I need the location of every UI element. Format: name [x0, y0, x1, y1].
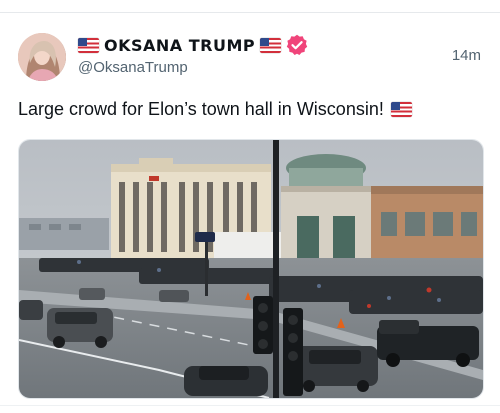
tweet-photo[interactable]	[18, 139, 484, 399]
us-flag-icon	[390, 102, 412, 117]
top-divider	[0, 12, 500, 13]
us-flag-icon	[78, 37, 99, 53]
avatar-image	[18, 33, 66, 81]
author-name-row[interactable]: OKЅANA TRUMP	[78, 34, 308, 56]
bottom-divider	[0, 405, 500, 406]
timestamp[interactable]: 14m	[452, 47, 481, 64]
author-handle[interactable]: @OksanaTrump	[78, 59, 188, 76]
tweet-text: Large crowd for Elon’s town hall in Wisc…	[18, 99, 412, 120]
avatar[interactable]	[18, 33, 66, 81]
crowd-photo-image	[19, 140, 483, 398]
tweet-text-body: Large crowd for Elon’s town hall in Wisc…	[18, 99, 384, 119]
verified-badge-icon	[286, 34, 308, 55]
display-name[interactable]: OKЅANA TRUMP	[104, 36, 255, 55]
us-flag-icon	[260, 37, 282, 53]
